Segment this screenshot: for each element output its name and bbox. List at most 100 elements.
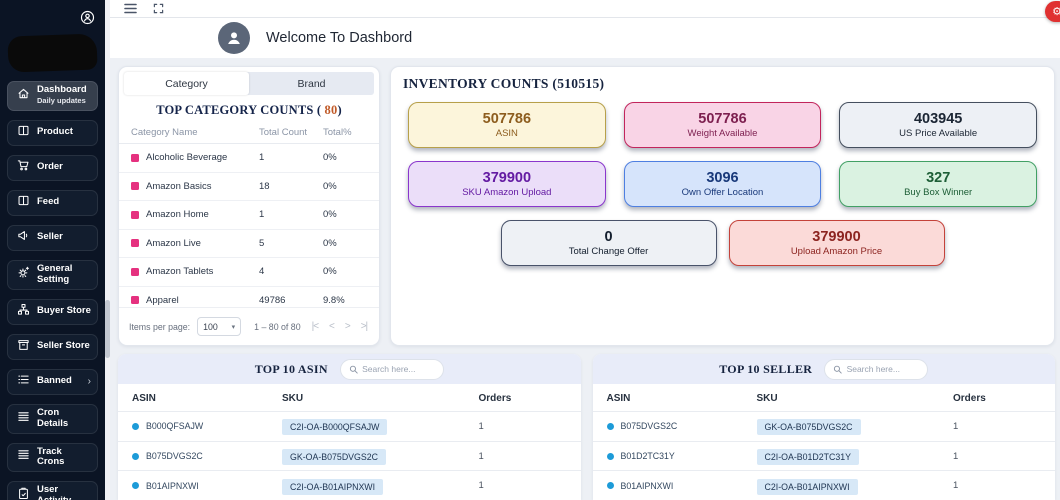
stat-card-weight-available: 507786 Weight Available [623, 102, 822, 148]
logout-button[interactable]: ⚙ [1045, 1, 1060, 22]
cart-icon [17, 159, 30, 177]
table-row: B000QFSAJW C2I-OA-B000QFSAJW 1 [118, 411, 581, 441]
sidebar-item-general-setting[interactable]: General Setting [7, 259, 98, 290]
category-table-header: Category Name Total Count Total% [119, 123, 379, 144]
first-page-icon[interactable]: |< [312, 321, 320, 332]
sidebar-item-label: Banned [37, 375, 72, 387]
table-row: Amazon Home 1 0% [119, 201, 379, 230]
list-icon [17, 373, 30, 391]
sidebar: Dashboard Daily updates Product Order Fe… [0, 0, 105, 500]
top-seller-panel: TOP 10 SELLER ASIN SKU Orders B075DVGS2C… [592, 354, 1055, 500]
stat-card-us-price-available: 403945 US Price Available [839, 102, 1037, 148]
stat-card-buy-box-winner: 327 Buy Box Winner [839, 161, 1037, 207]
sidebar-item-user-activity[interactable]: User Activity [7, 481, 98, 500]
table-row: Alcoholic Beverage 1 0% [119, 144, 379, 173]
fullscreen-icon[interactable] [153, 3, 164, 14]
seller-search-input[interactable] [846, 364, 920, 374]
welcome-header: Welcome To Dashbord [110, 18, 1060, 58]
page-scrollbar[interactable] [105, 0, 110, 500]
sidebar-item-label: Seller [37, 231, 63, 243]
page-size-select[interactable]: 100 ▾ [197, 317, 242, 336]
column-header: Total% [323, 127, 352, 138]
bullet-icon [606, 452, 614, 460]
tab-category[interactable]: Category [124, 72, 249, 95]
sidebar-item-banned[interactable]: Banned › [7, 368, 98, 395]
category-marker-icon [131, 182, 139, 191]
column-header: SKU [756, 393, 778, 404]
table-row: Amazon Tablets 4 0% [119, 258, 379, 287]
box-icon [17, 338, 30, 356]
sidebar-item-order[interactable]: Order [7, 154, 98, 181]
column-header: Orders [953, 393, 986, 404]
sidebar-item-label: Seller Store [37, 340, 90, 352]
column-header: SKU [282, 393, 304, 404]
page-range-label: 1 – 80 of 80 [254, 321, 301, 332]
sidebar-item-label: Feed [37, 196, 60, 208]
tab-brand[interactable]: Brand [249, 72, 374, 95]
asin-search-box [339, 358, 444, 380]
sidebar-item-seller-store[interactable]: Seller Store [7, 333, 98, 360]
column-header: ASIN [606, 393, 631, 404]
sidebar-item-label: User Activity [37, 484, 71, 500]
sidebar-item-cron-details[interactable]: Cron Details [7, 403, 98, 434]
inventory-panel: INVENTORY COUNTS (510515) 507786 ASIN 507… [390, 66, 1055, 346]
gear-icon [17, 266, 30, 284]
bullet-icon [132, 452, 139, 460]
table-row: B075DVGS2C GK-OA-B075DVGS2C 1 [118, 440, 581, 471]
sidebar-item-product[interactable]: Product [7, 119, 98, 146]
table-row: B075DVGS2C GK-OA-B075DVGS2C 1 [592, 411, 1055, 441]
asin-search-input[interactable] [362, 364, 435, 374]
table-row: B01AIPNXWI C2I-OA-B01AIPNXWI 1 [118, 470, 581, 500]
category-marker-icon [131, 153, 139, 162]
category-marker-icon [131, 296, 139, 305]
stat-card-upload-amazon-price: 379900 Upload Amazon Price [728, 220, 945, 266]
stat-card-total-change-offer: 0 Total Change Offer [500, 220, 717, 266]
bullet-icon [606, 422, 614, 430]
column-header: Orders [478, 393, 512, 404]
asin-table-header: ASIN SKU Orders [118, 384, 581, 411]
top-asin-panel: TOP 10 ASIN ASIN SKU Orders B000QFSAJWC2… [118, 354, 581, 500]
table-row: Amazon Basics 18 0% [119, 173, 379, 201]
top-seller-title: TOP 10 SELLER [719, 361, 813, 376]
book-icon [17, 124, 30, 142]
main-area: ⚙ Welcome To Dashbord Category Brand TOP… [110, 0, 1060, 500]
menu-icon [17, 448, 30, 466]
column-header: ASIN [132, 393, 156, 404]
table-row: Amazon Live 5 0% [119, 230, 379, 258]
table-row: Apparel 49786 9.8% [119, 287, 379, 308]
prev-page-icon[interactable]: < [329, 321, 335, 332]
scrollbar-thumb[interactable] [105, 300, 110, 358]
app-logo [7, 33, 98, 73]
last-page-icon[interactable]: >| [361, 321, 369, 332]
page-title: Welcome To Dashbord [266, 30, 413, 46]
category-marker-icon [131, 239, 139, 248]
sidebar-item-buyer-store[interactable]: Buyer Store [7, 298, 98, 325]
column-header: Category Name [131, 127, 198, 138]
search-icon [349, 365, 358, 374]
chevron-right-icon: › [87, 376, 91, 388]
sidebar-item-dashboard[interactable]: Dashboard Daily updates [7, 81, 98, 111]
stat-card-asin: 507786 ASIN [408, 102, 606, 148]
sidebar-item-label: Buyer Store [37, 305, 91, 317]
inventory-grid: 507786 ASIN 507786 Weight Available 403945… [403, 102, 1042, 266]
menu-icon [17, 410, 30, 428]
items-per-page-label: Items per page: [129, 321, 191, 332]
user-circle-icon[interactable] [80, 10, 95, 25]
search-icon [834, 365, 842, 374]
sidebar-item-feed[interactable]: Feed [7, 189, 98, 216]
next-page-icon[interactable]: > [345, 321, 351, 332]
sitemap-icon [17, 303, 30, 321]
category-table-body: Alcoholic Beverage 1 0% Amazon Basics 18 0% … [119, 144, 379, 307]
hamburger-menu-icon[interactable] [124, 3, 137, 14]
category-brand-tabs: Category Brand [124, 72, 374, 95]
dashboard-content: Category Brand TOP CATEGORY COUNTS ( 80)… [110, 58, 1060, 500]
sidebar-item-seller[interactable]: Seller [7, 224, 98, 251]
dropdown-arrow-icon: ▾ [231, 323, 236, 331]
table-row: B01AIPNXWI C2I-OA-B01AIPNXWI 1 [592, 470, 1055, 500]
sidebar-item-label: Dashboard [37, 84, 87, 95]
megaphone-icon [17, 229, 30, 247]
top-toolbar: ⚙ [110, 0, 1060, 22]
sidebar-item-track-crons[interactable]: Track Crons [7, 442, 98, 473]
table-row: B01D2TC31Y C2I-OA-B01D2TC31Y 1 [592, 440, 1055, 471]
home-icon [17, 87, 30, 105]
